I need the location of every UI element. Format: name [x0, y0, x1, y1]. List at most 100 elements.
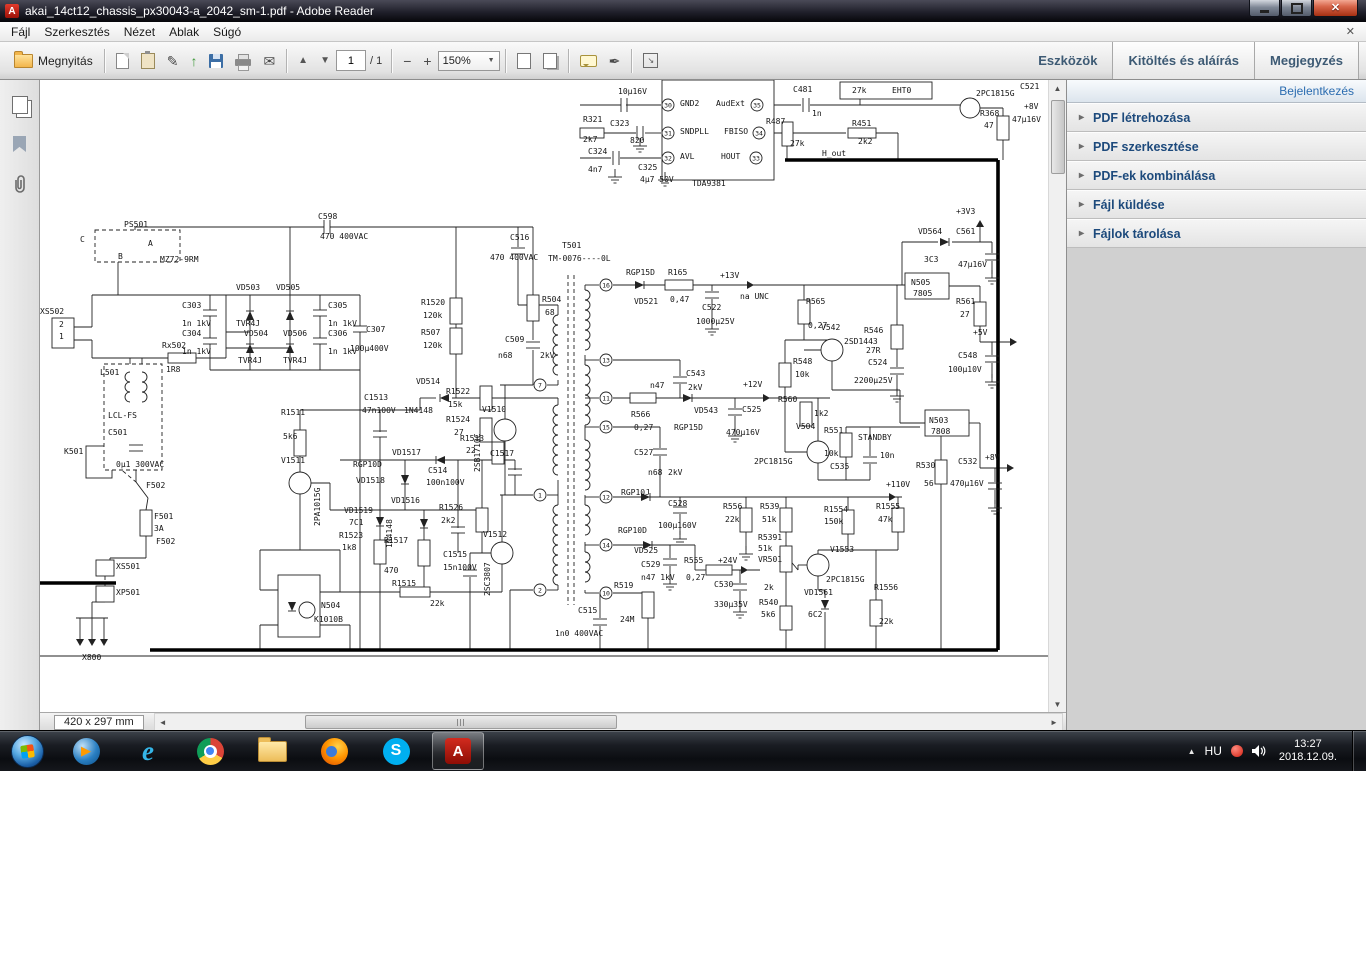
svg-text:R539: R539 [760, 502, 779, 511]
tool-edit-pdf[interactable]: ▸ PDF szerkesztése [1067, 132, 1366, 161]
svg-text:LCL-FS: LCL-FS [108, 411, 137, 420]
clipboard-button[interactable] [135, 48, 161, 74]
svg-text:R1511: R1511 [281, 408, 305, 417]
minimize-icon [1260, 9, 1269, 13]
svg-text:R560: R560 [778, 395, 797, 404]
taskbar-skype-button[interactable]: S [370, 732, 422, 770]
vertical-scrollbar[interactable]: ▲ ▼ [1048, 80, 1066, 712]
tool-store-files[interactable]: ▸ Fájlok tárolása [1067, 219, 1366, 248]
tool-label: PDF szerkesztése [1093, 139, 1199, 154]
start-button[interactable] [0, 731, 54, 771]
svg-text:30: 30 [664, 102, 672, 110]
zoom-level-select[interactable]: 150% ▼ [437, 50, 500, 71]
svg-text:n68: n68 [498, 351, 513, 360]
signature-button[interactable]: ✒ [603, 48, 627, 74]
svg-text:100µ160V: 100µ160V [658, 521, 697, 530]
svg-text:R321: R321 [583, 115, 602, 124]
zoom-out-button[interactable]: − [397, 48, 417, 74]
upload-arrow-icon: ↑ [190, 52, 198, 69]
fullscreen-button[interactable]: ↘ [637, 48, 664, 74]
tool-send-file[interactable]: ▸ Fájl küldése [1067, 190, 1366, 219]
svg-text:27k: 27k [790, 139, 805, 148]
scroll-up-arrow-icon[interactable]: ▲ [1049, 80, 1066, 96]
zoom-in-button[interactable]: + [417, 48, 437, 74]
hidden-icons-arrow-icon[interactable]: ▲ [1188, 747, 1196, 756]
menu-item-szerkesztes[interactable]: Szerkesztés [37, 23, 116, 41]
tab-kitoltes-es-alairas[interactable]: Kitöltés és aláírás [1112, 42, 1256, 79]
page-thumbnails-icon[interactable] [11, 96, 28, 114]
tray-notification-icon[interactable] [1230, 745, 1243, 757]
svg-text:2PA1015G: 2PA1015G [313, 487, 322, 526]
svg-text:1N4148: 1N4148 [385, 519, 394, 548]
tab-eszkozok[interactable]: Eszközök [1023, 42, 1112, 79]
svg-text:10n: 10n [880, 451, 895, 460]
svg-text:EHT0: EHT0 [892, 86, 911, 95]
taskbar-firefox-button[interactable] [308, 732, 360, 770]
save-button[interactable] [203, 48, 229, 74]
taskbar-adobe-reader-button[interactable]: A [432, 732, 484, 770]
pencil-button[interactable]: ✎ [161, 48, 185, 74]
close-button[interactable]: ✕ [1313, 0, 1358, 17]
document-close-icon[interactable]: ✕ [1339, 25, 1362, 38]
maximize-button[interactable] [1281, 0, 1312, 17]
window-title: akai_14ct12_chassis_px30043-a_2042_sm-1.… [25, 4, 374, 18]
svg-text:1k8: 1k8 [342, 543, 357, 552]
taskbar-chrome-button[interactable] [184, 732, 236, 770]
tray-time: 13:27 [1294, 738, 1322, 750]
svg-text:VR501: VR501 [758, 555, 782, 564]
horizontal-scrollbar[interactable]: ◄ ► [153, 713, 1063, 731]
single-page-view-button[interactable] [511, 48, 537, 74]
svg-text:150k: 150k [824, 517, 843, 526]
svg-text:27k: 27k [852, 86, 867, 95]
clock[interactable]: 13:27 2018.12.09. [1279, 738, 1337, 764]
svg-text:R530: R530 [916, 461, 935, 470]
horizontal-scroll-thumb[interactable] [304, 715, 617, 729]
attachments-paperclip-icon[interactable] [11, 174, 29, 194]
sign-in-link[interactable]: Bejelentkezés [1067, 80, 1366, 103]
page-number-input[interactable] [335, 50, 366, 71]
open-button[interactable]: Megnyitás [8, 48, 99, 74]
tool-combine-pdf[interactable]: ▸ PDF-ek kombinálása [1067, 161, 1366, 190]
share-upload-button[interactable]: ↑ [184, 48, 203, 74]
svg-text:C529: C529 [641, 560, 660, 569]
svg-text:F501: F501 [154, 512, 173, 521]
print-button[interactable] [229, 48, 257, 74]
single-page-icon [516, 52, 531, 69]
vertical-scroll-thumb[interactable] [1051, 100, 1066, 174]
svg-text:TVR4J: TVR4J [283, 356, 307, 365]
show-desktop-button[interactable] [1352, 731, 1364, 771]
scroll-left-arrow-icon[interactable]: ◄ [155, 718, 171, 727]
svg-text:15n100V: 15n100V [443, 563, 477, 572]
language-indicator[interactable]: HU [1205, 744, 1222, 758]
taskbar-explorer-button[interactable] [246, 732, 298, 770]
skype-icon: S [382, 737, 410, 765]
email-button[interactable]: ✉ [257, 48, 281, 74]
scroll-right-arrow-icon[interactable]: ► [1046, 718, 1062, 727]
bookmarks-icon[interactable] [13, 136, 26, 152]
tab-megjegyzes[interactable]: Megjegyzés [1254, 42, 1359, 79]
volume-icon[interactable] [1251, 745, 1266, 757]
minimize-button[interactable] [1249, 0, 1280, 17]
menu-item-nezet[interactable]: Nézet [117, 23, 162, 41]
scroll-down-arrow-icon[interactable]: ▼ [1049, 696, 1066, 712]
comment-button[interactable] [574, 48, 603, 74]
menu-item-fajl[interactable]: Fájl [4, 23, 37, 41]
svg-text:14: 14 [602, 542, 610, 550]
tool-create-pdf[interactable]: ▸ PDF létrehozása [1067, 103, 1366, 132]
two-page-view-button[interactable] [537, 48, 563, 74]
svg-text:X800: X800 [82, 653, 101, 662]
menu-item-sugo[interactable]: Súgó [206, 23, 248, 41]
taskbar-ie-button[interactable]: e [122, 732, 174, 770]
internet-explorer-icon: e [142, 735, 154, 766]
close-icon: ✕ [1330, 1, 1341, 14]
svg-text:C525: C525 [742, 405, 761, 414]
previous-page-button[interactable]: ▲ [292, 48, 314, 74]
next-page-button[interactable]: ▼ [314, 48, 336, 74]
pdf-page[interactable]: 30 31 32 35 34 33 16 13 7 11 15 1 12 14 2 10 10µ16V R321 2… [40, 80, 1049, 712]
svg-text:4n7: 4n7 [588, 165, 603, 174]
svg-text:12: 12 [602, 494, 610, 502]
menu-item-ablak[interactable]: Ablak [162, 23, 206, 41]
taskbar-wmp-button[interactable]: ▶ [60, 732, 112, 770]
svg-text:V504: V504 [796, 422, 815, 431]
save-copy-button[interactable] [110, 48, 135, 74]
